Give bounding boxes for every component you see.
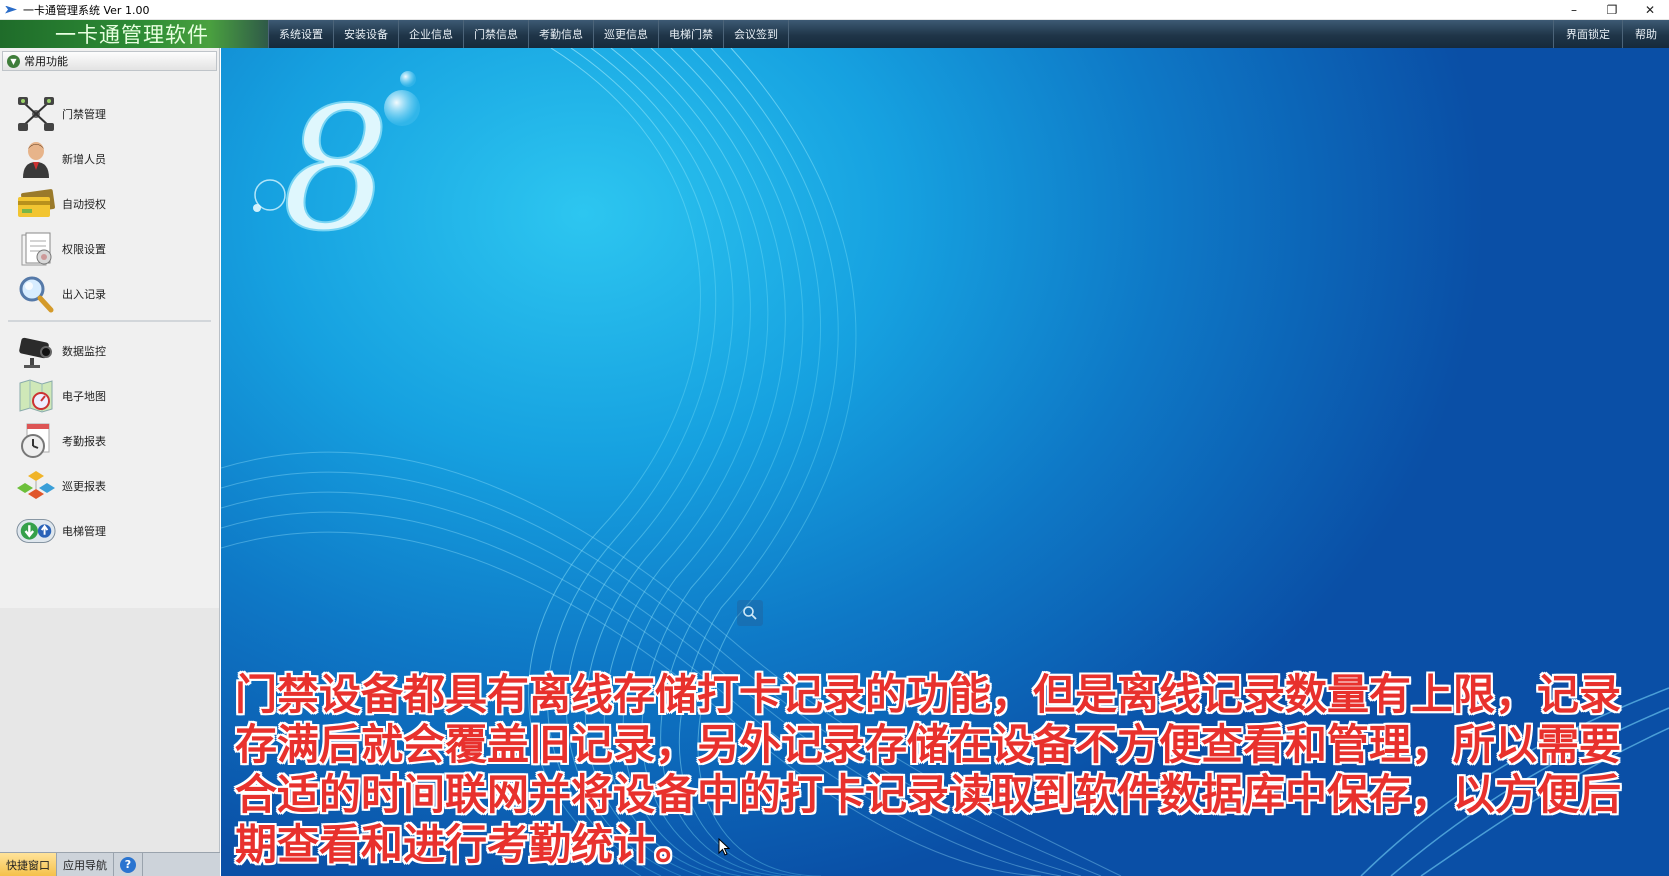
window-controls: – ❐ ✕ (1555, 0, 1669, 20)
sidebar-item-label: 考勤报表 (62, 434, 106, 448)
zoom-icon[interactable] (737, 600, 763, 626)
main-menu: 系统设置 安装设备 企业信息 门禁信息 考勤信息 巡更信息 电梯门禁 会议签到 (268, 20, 789, 48)
sidebar-list: 门禁管理 新增人员 自动授权 权限设置 出入记录 数据监控 电子地图 考勤报表 … (2, 75, 217, 553)
menu-attendance-info[interactable]: 考勤信息 (529, 20, 594, 48)
logo-digit: 8 (282, 71, 390, 269)
magnifier-icon (16, 275, 56, 313)
sidebar-item-e-map[interactable]: 电子地图 (2, 373, 217, 418)
sidebar-item-patrol-report[interactable]: 巡更报表 (2, 463, 217, 508)
map-icon (16, 377, 56, 415)
menu-access-info[interactable]: 门禁信息 (464, 20, 529, 48)
menu-system-settings[interactable]: 系统设置 (268, 20, 334, 48)
menu-meeting-checkin[interactable]: 会议签到 (724, 20, 789, 48)
sidebar-item-add-person[interactable]: 新增人员 (2, 136, 217, 181)
person-icon (16, 140, 56, 178)
menu-help[interactable]: 帮助 (1622, 20, 1669, 48)
sidebar-item-label: 新增人员 (62, 152, 106, 166)
main-content: 8 门禁设备都具有离线存储打卡记录的功能，但是离线记录数量有上限，记录存满后就会… (221, 48, 1669, 876)
sidebar-item-label: 电子地图 (62, 389, 106, 403)
document-icon (16, 230, 56, 268)
sidebar-separator (8, 316, 211, 322)
menu-right: 界面锁定 帮助 (1553, 20, 1669, 48)
chevron-down-icon: ▼ (7, 54, 20, 68)
cubes-icon (16, 467, 56, 505)
sidebar-item-label: 电梯管理 (62, 524, 106, 538)
sidebar-item-label: 门禁管理 (62, 107, 106, 121)
sidebar-item-access-control[interactable]: 门禁管理 (2, 91, 217, 136)
brand-title: 一卡通管理软件 (0, 20, 268, 48)
sidebar-header-label: 常用功能 (24, 55, 68, 68)
menu-lock-ui[interactable]: 界面锁定 (1553, 20, 1622, 48)
menu-elevator-access[interactable]: 电梯门禁 (659, 20, 724, 48)
sidebar-item-label: 数据监控 (62, 344, 106, 358)
sidebar-item-attendance-report[interactable]: 考勤报表 (2, 418, 217, 463)
tab-help[interactable]: ? (114, 853, 143, 876)
sidebar-item-data-monitor[interactable]: 数据监控 (2, 328, 217, 373)
sidebar-item-access-records[interactable]: 出入记录 (2, 271, 217, 316)
sidebar-item-auto-authorize[interactable]: 自动授权 (2, 181, 217, 226)
sidebar-item-label: 权限设置 (62, 242, 106, 256)
minimize-button[interactable]: – (1555, 0, 1593, 20)
sidebar-header[interactable]: ▼ 常用功能 (2, 51, 217, 71)
sidebar-item-permission-settings[interactable]: 权限设置 (2, 226, 217, 271)
sidebar-item-label: 出入记录 (62, 287, 106, 301)
sidebar-item-elevator-management[interactable]: 电梯管理 (2, 508, 217, 553)
caption-text: 门禁设备都具有离线存储打卡记录的功能，但是离线记录数量有上限，记录存满后就会覆盖… (235, 670, 1622, 869)
window-titlebar: 一卡通管理系统 Ver 1.00 – ❐ ✕ (0, 0, 1669, 20)
menu-bar: 一卡通管理软件 系统设置 安装设备 企业信息 门禁信息 考勤信息 巡更信息 电梯… (0, 20, 1669, 48)
sidebar-item-label: 自动授权 (62, 197, 106, 211)
mouse-cursor-icon (718, 838, 730, 856)
camera-icon (16, 332, 56, 370)
network-cameras-icon (16, 95, 56, 133)
close-button[interactable]: ✕ (1631, 0, 1669, 20)
clock-icon (16, 422, 56, 460)
help-icon: ? (120, 856, 136, 873)
menu-install-device[interactable]: 安装设备 (334, 20, 399, 48)
bottom-tab-bar: 快捷窗口 应用导航 ? (0, 852, 220, 876)
window-title: 一卡通管理系统 Ver 1.00 (23, 3, 150, 17)
elevator-arrows-icon (16, 512, 56, 550)
card-icon (16, 185, 56, 223)
sidebar: ▼ 常用功能 门禁管理 新增人员 自动授权 权限设置 出入记录 数据监控 电子地… (0, 48, 220, 852)
sidebar-item-label: 巡更报表 (62, 479, 106, 493)
restore-button[interactable]: ❐ (1593, 0, 1631, 20)
app-icon (5, 4, 19, 16)
sidebar-empty-area (0, 608, 219, 852)
menu-company-info[interactable]: 企业信息 (399, 20, 464, 48)
menu-patrol-info[interactable]: 巡更信息 (594, 20, 659, 48)
tab-app-navigation[interactable]: 应用导航 (57, 853, 114, 876)
tab-quick-window[interactable]: 快捷窗口 (0, 853, 57, 876)
